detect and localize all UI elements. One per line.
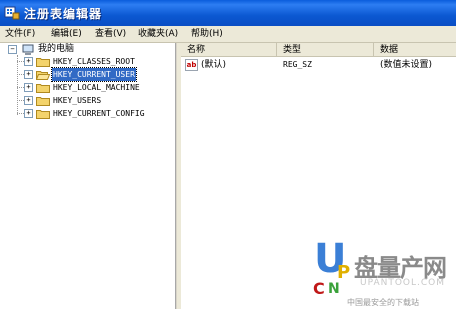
value-data: (数值未设置) — [380, 60, 433, 70]
table-row[interactable]: ab (默认) REG_SZ (数值未设置) — [181, 58, 456, 72]
folder-icon — [36, 58, 50, 67]
title-bar[interactable]: 注册表编辑器 — [0, 0, 456, 26]
menu-bar: 文件(F) 编辑(E) 查看(V) 收藏夹(A) 帮助(H) — [0, 26, 456, 43]
tree-item-hkey-users[interactable]: + HKEY_USERS — [0, 94, 175, 107]
expand-toggle[interactable]: + — [24, 109, 33, 118]
tree-item-label: HKEY_LOCAL_MACHINE — [53, 83, 140, 92]
collapse-toggle[interactable]: − — [8, 45, 17, 54]
tree-item-hkey-current-config[interactable]: + HKEY_CURRENT_CONFIG — [0, 107, 175, 120]
open-folder-icon — [36, 71, 50, 80]
watermark-letter: P — [337, 262, 351, 283]
menu-favorites[interactable]: 收藏夹(A) — [137, 27, 179, 41]
tree-item-hkey-local-machine[interactable]: + HKEY_LOCAL_MACHINE — [0, 81, 175, 94]
menu-help[interactable]: 帮助(H) — [190, 27, 224, 41]
column-header-type[interactable]: 类型 — [277, 43, 374, 57]
key-tree[interactable]: − 我的电脑 + HKEY_CLASSES_ROOT + HKEY_CURREN… — [0, 43, 176, 309]
expand-toggle[interactable]: + — [24, 57, 33, 66]
column-header-name[interactable]: 名称 — [181, 43, 277, 57]
string-value-icon: ab — [185, 59, 198, 71]
watermark-site: UPANTOOL.COM — [360, 278, 446, 288]
expand-toggle[interactable]: + — [24, 70, 33, 79]
menu-edit[interactable]: 编辑(E) — [50, 27, 83, 41]
watermark-letter: N — [328, 281, 340, 297]
column-header-data[interactable]: 数据 — [374, 43, 456, 57]
tree-item-label: HKEY_CURRENT_CONFIG — [53, 109, 145, 118]
expand-toggle[interactable]: + — [24, 83, 33, 92]
folder-icon — [36, 110, 50, 119]
tree-item-hkey-current-user[interactable]: + HKEY_CURRENT_USER — [0, 67, 175, 82]
value-type: REG_SZ — [283, 60, 312, 69]
expand-toggle[interactable]: + — [24, 96, 33, 105]
watermark-slogan: 中国最安全的下载站 — [347, 298, 419, 307]
tree-item-label: HKEY_CLASSES_ROOT — [53, 57, 135, 66]
value-list[interactable]: 名称 类型 数据 ab (默认) REG_SZ (数值未设置) U P C N … — [181, 43, 456, 309]
folder-icon — [36, 97, 50, 106]
value-name: (默认) — [201, 60, 227, 70]
watermark-logo: U P C N 盘量产网 UPANTOOL.COM 中国最安全的下载站 — [312, 236, 456, 309]
menu-file[interactable]: 文件(F) — [4, 27, 36, 41]
registry-editor-icon — [4, 6, 20, 20]
folder-icon — [36, 84, 50, 93]
watermark-letter: C — [313, 279, 325, 298]
tree-item-label: HKEY_USERS — [53, 96, 102, 105]
menu-view[interactable]: 查看(V) — [94, 27, 127, 41]
window-title: 注册表编辑器 — [24, 7, 103, 21]
tree-item-hkey-classes-root[interactable]: + HKEY_CLASSES_ROOT — [0, 55, 175, 68]
tree-item-label: HKEY_CURRENT_USER — [51, 67, 137, 82]
